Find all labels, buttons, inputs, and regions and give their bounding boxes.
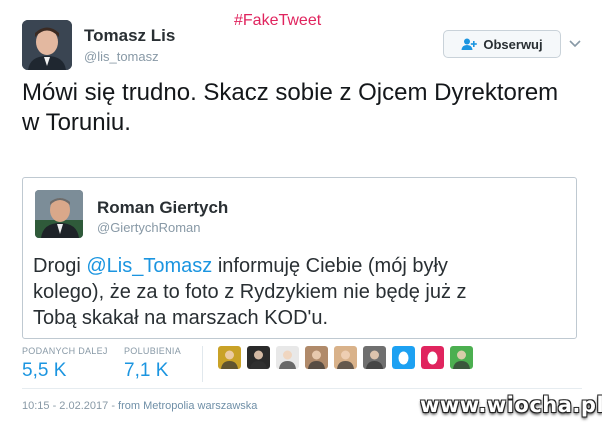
avatar-man-icon[interactable] <box>305 346 328 369</box>
stats-divider <box>202 346 203 382</box>
avatar-photo-icon[interactable] <box>363 346 386 369</box>
avatar-woman-icon[interactable] <box>334 346 357 369</box>
quoted-author-name[interactable]: Roman Giertych <box>97 198 228 218</box>
quoted-author-avatar[interactable] <box>35 190 83 238</box>
likes-label: POLUBIENIA <box>124 346 182 356</box>
avatar-dark-icon[interactable] <box>247 346 270 369</box>
avatar-sketch-icon[interactable] <box>276 346 299 369</box>
author-handle[interactable]: @lis_tomasz <box>84 49 159 64</box>
divider <box>22 388 582 389</box>
quoted-tweet-text: Drogi @Lis_Tomasz informuję Ciebie (mój … <box>33 253 563 331</box>
quoted-text-rest: informuję Ciebie (mój były <box>212 255 448 277</box>
fake-tweet-label: #FakeTweet <box>234 12 322 29</box>
quoted-text-line: Drogi @Lis_Tomasz informuję Ciebie (mój … <box>33 253 563 279</box>
quoted-text-line: kolego), że za to foto z Rydzykiem nie b… <box>33 281 467 303</box>
likers-avatars <box>218 346 473 374</box>
quoted-text-line: Tobą skakał na marszach KOD'u. <box>33 307 329 329</box>
quoted-tweet[interactable]: Roman Giertych @GiertychRoman Drogi @Lis… <box>22 177 577 339</box>
timestamp-time[interactable]: 10:15 - 2.02.2017 <box>22 400 108 412</box>
default-egg-blue-icon[interactable] <box>392 346 415 369</box>
mention-link[interactable]: @Lis_Tomasz <box>86 255 212 277</box>
tweet-text: Mówi się trudno. Skacz sobie z Ojcem Dyr… <box>22 78 582 138</box>
follow-button[interactable]: Obserwuj <box>443 30 561 58</box>
retweets-count[interactable]: 5,5 K <box>22 360 66 382</box>
quoted-text-prefix: Drogi <box>33 255 87 277</box>
default-egg-pink-icon[interactable] <box>421 346 444 369</box>
watermark-logo: www.wiocha.pl <box>420 393 602 417</box>
author-name[interactable]: Tomasz Lis <box>84 26 175 46</box>
likes-count[interactable]: 7,1 K <box>124 360 168 382</box>
quoted-author-handle[interactable]: @GiertychRoman <box>97 220 201 235</box>
avatar-cartoon-icon[interactable] <box>218 346 241 369</box>
add-user-icon <box>461 38 478 50</box>
chevron-down-icon[interactable] <box>568 36 582 50</box>
tweet-text-line: w Toruniu. <box>22 109 131 136</box>
tweet-text-line: Mówi się trudno. Skacz sobie z Ojcem Dyr… <box>22 79 559 106</box>
author-avatar[interactable] <box>22 20 72 70</box>
avatar-green-smile-icon[interactable] <box>450 346 473 369</box>
timestamp-source: from Metropolia warszawska <box>118 400 258 412</box>
follow-button-label: Obserwuj <box>483 36 543 52</box>
tweet-timestamp: 10:15 - 2.02.2017 - from Metropolia wars… <box>22 400 258 412</box>
retweets-label: PODANYCH DALEJ <box>22 346 108 356</box>
